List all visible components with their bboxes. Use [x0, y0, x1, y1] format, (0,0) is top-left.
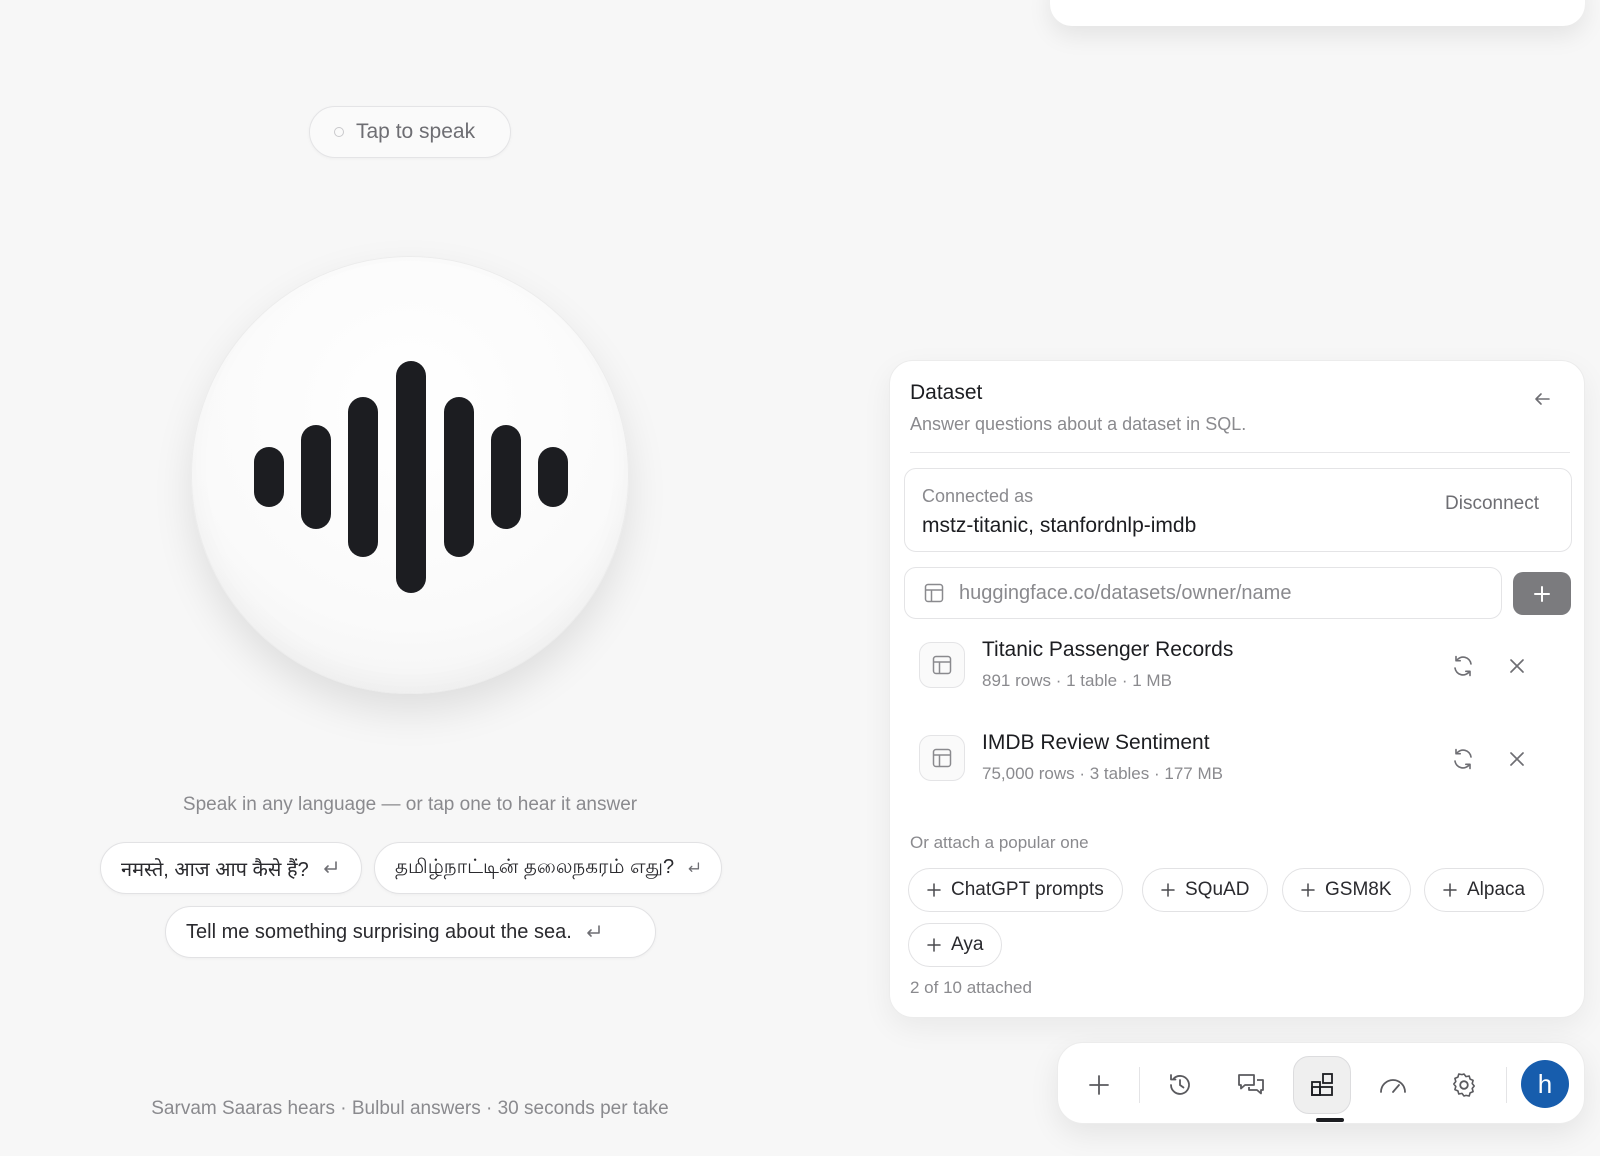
toolbar-divider [1139, 1067, 1140, 1103]
popular-chip-label: Aya [951, 934, 984, 955]
tap-to-speak-label: Tap to speak [356, 120, 476, 143]
connected-label: Connected as [922, 486, 1034, 506]
dataset-row: IMDB Review Sentiment 75,000 rows · 3 ta… [904, 719, 1572, 801]
status-dot-icon [334, 127, 344, 137]
plus-icon [927, 883, 941, 897]
dataset-name: Titanic Passenger Records [982, 638, 1234, 661]
popular-chip-label: Alpaca [1467, 879, 1526, 900]
active-indicator [1316, 1118, 1344, 1122]
history-button[interactable] [1151, 1056, 1209, 1114]
plus-icon [1161, 883, 1175, 897]
history-icon [1170, 1074, 1190, 1095]
close-icon[interactable] [1506, 748, 1528, 770]
suggestion-chip-english[interactable]: Tell me something surprising about the s… [165, 906, 656, 958]
suggestion-text: Tell me something surprising about the s… [186, 920, 572, 943]
popular-chip-label: SQuAD [1185, 879, 1250, 900]
popular-chip-gsm8k[interactable]: GSM8K [1282, 868, 1411, 912]
popular-chip-alpaca[interactable]: Alpaca [1424, 868, 1545, 912]
popular-chip-squad[interactable]: SQuAD [1142, 868, 1269, 912]
dataset-button[interactable] [1293, 1056, 1351, 1114]
dataset-panel: Dataset Answer questions about a dataset… [889, 360, 1585, 1018]
footer-note: Sarvam Saaras hears · Bulbul answers · 3… [151, 1098, 669, 1119]
plus-icon [1301, 883, 1315, 897]
plus-icon [927, 938, 941, 952]
popular-label: Or attach a popular one [910, 833, 1089, 852]
suggestion-chip-tamil[interactable]: தமிழ்நாட்டின் தலைநகரம் எது? [374, 842, 722, 894]
divider [910, 452, 1570, 453]
dataset-meta: 891 rows · 1 table · 1 MB [982, 671, 1172, 690]
chats-button[interactable] [1222, 1056, 1280, 1114]
enter-icon [323, 861, 337, 873]
add-dataset-button[interactable] [1513, 572, 1571, 615]
refresh-icon[interactable] [1450, 746, 1476, 772]
chat-icon [1238, 1074, 1264, 1095]
popular-chip-aya[interactable]: Aya [908, 923, 1003, 967]
avatar[interactable]: h [1521, 1060, 1569, 1108]
dataset-url-field[interactable] [904, 567, 1502, 619]
new-button[interactable] [1070, 1056, 1128, 1114]
popular-chip-label: GSM8K [1325, 879, 1392, 900]
panel-title: Dataset [910, 381, 983, 404]
toolbar-divider [1506, 1067, 1507, 1103]
enter-icon [586, 925, 600, 937]
enter-icon [688, 862, 700, 872]
gear-icon [1453, 1073, 1475, 1097]
plus-icon [1089, 1075, 1109, 1095]
settings-button[interactable] [1435, 1056, 1493, 1114]
attached-count: 2 of 10 attached [910, 978, 1032, 997]
usage-button[interactable] [1364, 1056, 1422, 1114]
back-arrow-icon[interactable] [1530, 387, 1554, 411]
plus-icon [1534, 585, 1550, 602]
dataset-row: Titanic Passenger Records 891 rows · 1 t… [904, 626, 1572, 708]
bottom-toolbar: h [1057, 1042, 1585, 1124]
waveform-icon [254, 361, 568, 593]
disconnect-button[interactable]: Disconnect [1445, 493, 1539, 515]
gauge-icon [1380, 1079, 1406, 1093]
close-icon[interactable] [1506, 655, 1528, 677]
popular-chip-label: ChatGPT prompts [951, 879, 1104, 900]
dataset-name: IMDB Review Sentiment [982, 731, 1210, 754]
connection-status: Connected as mstz-titanic, stanfordnlp-i… [904, 468, 1572, 552]
plus-icon [1443, 883, 1457, 897]
suggestion-text: नमस्ते, आज आप कैसे हैं? [121, 858, 309, 881]
top-card [1050, 0, 1585, 26]
table-icon [924, 583, 944, 603]
dataset-meta: 75,000 rows · 3 tables · 177 MB [982, 764, 1223, 783]
connected-value: mstz-titanic, stanfordnlp-imdb [922, 514, 1197, 537]
popular-chip-chatgpt-prompts[interactable]: ChatGPT prompts [908, 868, 1123, 912]
panel-subtitle: Answer questions about a dataset in SQL. [910, 414, 1247, 434]
voice-hint: Speak in any language — or tap one to he… [182, 794, 638, 815]
suggestion-text: தமிழ்நாட்டின் தலைநகரம் எது? [395, 855, 675, 878]
table-icon [919, 642, 965, 688]
dataset-icon [1311, 1073, 1333, 1096]
tap-to-speak-button[interactable]: Tap to speak [309, 106, 511, 158]
refresh-icon[interactable] [1450, 653, 1476, 679]
mic-orb-button[interactable] [191, 256, 629, 694]
suggestion-chip-hindi[interactable]: नमस्ते, आज आप कैसे हैं? [100, 842, 362, 894]
dataset-url-input[interactable] [959, 581, 1479, 605]
table-icon [919, 735, 965, 781]
